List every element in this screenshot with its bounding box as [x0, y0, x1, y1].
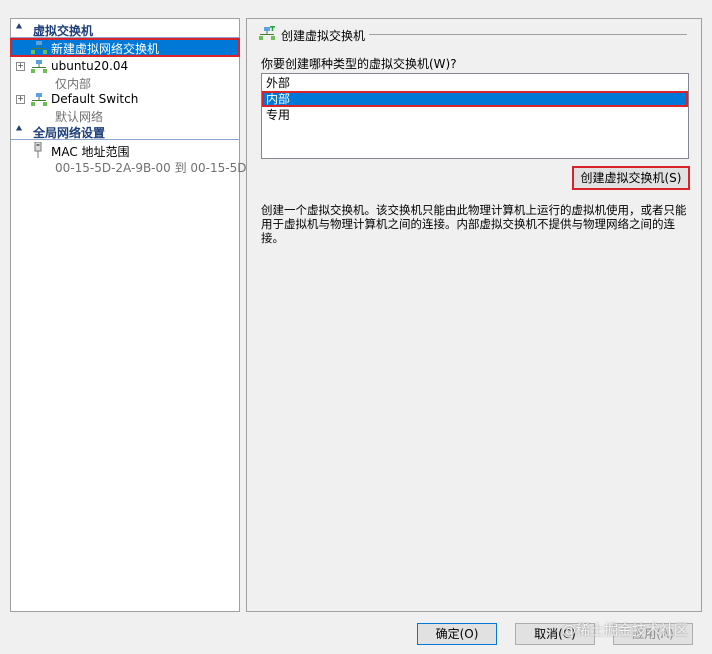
left-navigation-pane: ⯅ 虚拟交换机 新建虚拟网络交换机 + ubuntu20.04 仅内部 + De…	[10, 18, 270, 612]
mac-range-value-row: 00-15-5D-2A-9B-00 到 00-15-5D-2...	[11, 158, 270, 175]
switch-type: 仅内部	[55, 77, 92, 91]
switch-type-question: 你要创建哪种类型的虚拟交换机(W)?	[261, 57, 457, 71]
switch-name: Default Switch	[51, 92, 139, 106]
network-switch-icon	[31, 93, 47, 106]
pane-title: 创建虚拟交换机	[281, 29, 366, 43]
network-switch-icon	[31, 60, 47, 73]
new-virtual-switch-item[interactable]: 新建虚拟网络交换机	[10, 38, 240, 57]
network-switch-icon	[31, 41, 47, 54]
switch-type: 默认网络	[55, 110, 104, 124]
switch-name: ubuntu20.04	[51, 59, 129, 73]
switch-item-ubuntu[interactable]: + ubuntu20.04	[11, 58, 239, 75]
virtual-switches-section-header[interactable]: ⯅ 虚拟交换机	[11, 22, 239, 38]
mac-range-value: 00-15-5D-2A-9B-00 到 00-15-5D-2...	[55, 161, 270, 175]
expand-plus-icon[interactable]: +	[16, 95, 25, 104]
section-divider	[11, 139, 239, 140]
collapse-chevron-icon[interactable]: ⯅	[15, 22, 23, 33]
title-divider	[369, 34, 687, 35]
switch-type-option-selected[interactable]: 内部	[262, 91, 688, 107]
mac-address-range-item[interactable]: MAC 地址范围	[11, 142, 239, 159]
ok-button[interactable]: 确定(O)	[417, 623, 497, 645]
create-switch-pane: 创建虚拟交换机 你要创建哪种类型的虚拟交换机(W)? 外部 内部 专用 创建虚拟…	[246, 18, 702, 612]
switch-type-option[interactable]: 专用	[262, 107, 688, 123]
switch-type-option[interactable]: 外部	[262, 75, 688, 91]
create-virtual-switch-button[interactable]: 创建虚拟交换机(S)	[572, 166, 690, 190]
switch-type-row: 默认网络	[11, 107, 239, 124]
watermark: @稀土掘金技术社区	[562, 623, 688, 639]
global-network-settings-header[interactable]: ⯅ 全局网络设置	[11, 124, 239, 140]
add-switch-icon	[259, 26, 275, 40]
switch-type-listbox[interactable]: 外部 内部 专用	[261, 73, 689, 159]
collapse-chevron-icon[interactable]: ⯅	[15, 124, 23, 135]
network-adapter-icon	[34, 142, 42, 158]
section-divider	[11, 37, 239, 38]
switch-type-description: 创建一个虚拟交换机。该交换机只能由此物理计算机上运行的虚拟机使用，或者只能用于虚…	[261, 203, 687, 245]
expand-plus-icon[interactable]: +	[16, 62, 25, 71]
switch-type-row: 仅内部	[11, 74, 239, 91]
switch-item-default[interactable]: + Default Switch	[11, 91, 239, 108]
